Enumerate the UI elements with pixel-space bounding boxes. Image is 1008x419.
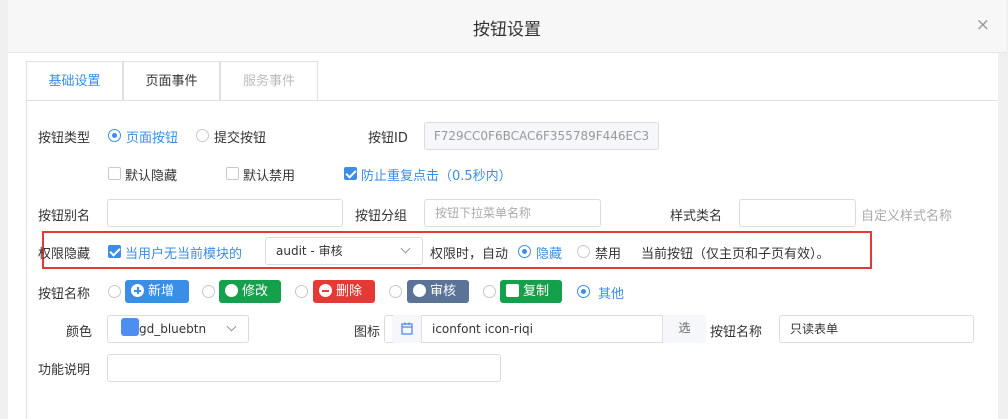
button-name-input[interactable]: 只读表单 [779,315,974,343]
group-label: 按钮分组 [355,209,408,224]
radio-action-hide[interactable] [518,245,531,258]
style-class-input[interactable] [739,199,856,227]
dialog-title-bar: 按钮设置 × [8,0,1006,53]
checkbox-default-hidden-label[interactable]: 默认隐藏 [125,165,177,184]
radio-action-hide-label[interactable]: 隐藏 [536,243,562,262]
radio-preset-other-label[interactable]: 其他 [598,283,624,302]
color-swatch [121,318,139,336]
radio-submit-button-label[interactable]: 提交按钮 [214,127,266,146]
group-input[interactable]: 按钮下拉菜单名称 [424,199,601,227]
checkbox-permission-hide[interactable] [108,245,121,258]
radio-action-disable-label[interactable]: 禁用 [595,243,621,262]
permission-module-select[interactable]: audit - 审核 [265,237,423,265]
tab-page-events[interactable]: 页面事件 [123,61,220,101]
icon-input[interactable]: iconfont icon-riqi [384,315,706,343]
alias-label: 按钮别名 [38,209,91,224]
radio-page-button[interactable] [108,129,121,142]
alias-input[interactable] [107,199,343,227]
preset-copy-button[interactable]: 复制 [500,280,562,303]
preset-add-button[interactable]: 新增 [125,280,189,303]
radio-preset-edit[interactable] [202,285,215,298]
scrollbar[interactable] [998,53,1006,419]
permission-label: 权限隐藏 [38,247,91,262]
button-name-presets-label: 按钮名称 [38,287,91,302]
dialog-title: 按钮设置 [473,20,541,40]
radio-preset-copy[interactable] [483,285,496,298]
preset-edit-button[interactable]: 修改 [219,280,281,303]
icon-pick-button[interactable]: 选 [662,315,706,343]
checkbox-prevent-double-click-label[interactable]: 防止重复点击（0.5秒内） [361,165,512,184]
minus-circle-icon [319,284,332,297]
button-settings-dialog: 按钮设置 × 基础设置 页面事件 服务事件 按钮类型 页面按钮 提交按钮 按钮I… [8,0,1006,419]
radio-preset-delete[interactable] [295,285,308,298]
button-type-label: 按钮类型 [38,131,91,146]
checkbox-prevent-double-click[interactable] [344,167,357,180]
description-input[interactable] [107,354,501,382]
button-id-label: 按钮ID [368,131,408,146]
radio-submit-button[interactable] [196,129,209,142]
tab-basic-settings[interactable]: 基础设置 [26,61,123,101]
close-icon[interactable]: × [976,16,990,34]
preset-audit-button[interactable]: 审核 [407,280,469,303]
button-name-label: 按钮名称 [710,325,763,340]
style-class-label: 样式类名 [670,209,723,224]
preset-delete-button[interactable]: 删除 [313,280,375,303]
copy-icon [506,284,519,297]
radio-action-disable[interactable] [577,245,590,258]
radio-preset-add[interactable] [108,285,121,298]
plus-circle-icon [131,284,144,297]
checkbox-default-disabled-label[interactable]: 默认禁用 [243,165,295,184]
permission-when-label: 权限时，自动 [430,247,509,262]
description-label: 功能说明 [38,363,91,378]
checkbox-default-hidden[interactable] [108,167,121,180]
permission-scope-note: 当前按钮（仅主页和子页有效）。 [641,247,830,262]
button-id-field: F729CC0F6BCAC6F355789F446EC3 [424,122,659,150]
tab-service-events: 服务事件 [220,61,318,101]
color-label: 颜色 [66,325,93,340]
edit-icon [225,284,238,297]
checkbox-permission-hide-label[interactable]: 当用户无当前模块的 [125,243,242,262]
icon-label: 图标 [354,325,381,340]
radio-preset-audit[interactable] [389,285,402,298]
user-icon [413,284,426,297]
calendar-icon [392,315,422,343]
style-class-hint: 自定义样式名称 [861,209,953,224]
radio-preset-other[interactable] [577,285,590,298]
checkbox-default-disabled[interactable] [226,167,239,180]
radio-page-button-label[interactable]: 页面按钮 [126,127,178,146]
